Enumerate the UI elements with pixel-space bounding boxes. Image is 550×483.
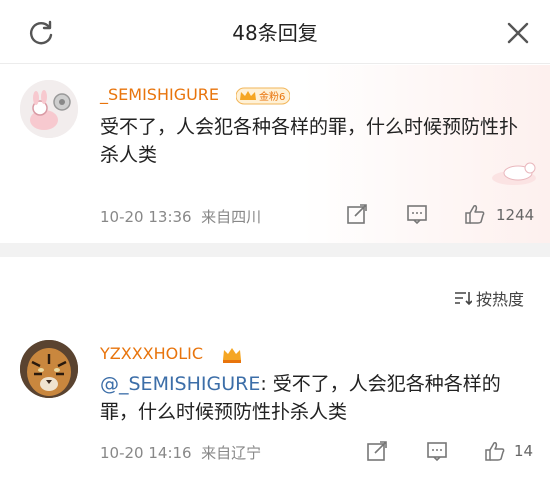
vip-crown-icon [223,348,241,363]
reply-header: 48条回复 [0,0,550,64]
like-count: 1244 [496,206,535,224]
share-icon[interactable] [366,440,388,462]
sort-by-hot-button[interactable]: 按热度 [476,286,524,310]
avatar[interactable] [20,80,78,138]
mention-link[interactable]: @_SEMISHIGURE [100,373,260,395]
username[interactable]: YZXXXHOLIC [100,344,203,363]
page-title: 48条回复 [232,21,318,45]
close-icon[interactable] [504,19,532,47]
like-count: 14 [514,442,534,460]
comment-item: _SEMISHIGURE 金粉6 受不了，人会犯各种各样的罪，什么时候预防性扑杀… [0,65,550,243]
like-icon[interactable] [484,440,506,462]
section-divider [0,243,550,257]
comment-meta: 10-20 13:36 来自四川 [100,206,261,227]
svg-text:金粉6: 金粉6 [259,90,285,103]
comment-icon[interactable] [426,440,448,462]
comment-item: YZXXXHOLIC @_SEMISHIGURE: 受不了，人会犯各种各样的罪，… [0,330,550,480]
sticker-decoration [492,162,536,185]
comment-text: 受不了，人会犯各种各样的罪，什么时候预防性扑杀人类 [100,116,519,166]
timestamp: 10-20 13:36 [100,208,192,226]
location: 来自辽宁 [201,444,262,462]
username[interactable]: _SEMISHIGURE [100,85,219,104]
timestamp: 10-20 14:16 [100,444,192,462]
vip-crown-icon: 金粉6 [236,87,290,105]
comment-text: @_SEMISHIGURE: 受不了，人会犯各种各样的罪，什么时候预防性扑杀人类 [100,370,530,426]
like-icon[interactable] [464,203,486,225]
comment-meta: 10-20 14:16 来自辽宁 [100,442,261,463]
comment-icon[interactable] [406,203,428,225]
avatar[interactable] [20,340,78,398]
location: 来自四川 [201,208,262,226]
sort-icon[interactable] [454,290,472,306]
share-icon[interactable] [346,203,368,225]
